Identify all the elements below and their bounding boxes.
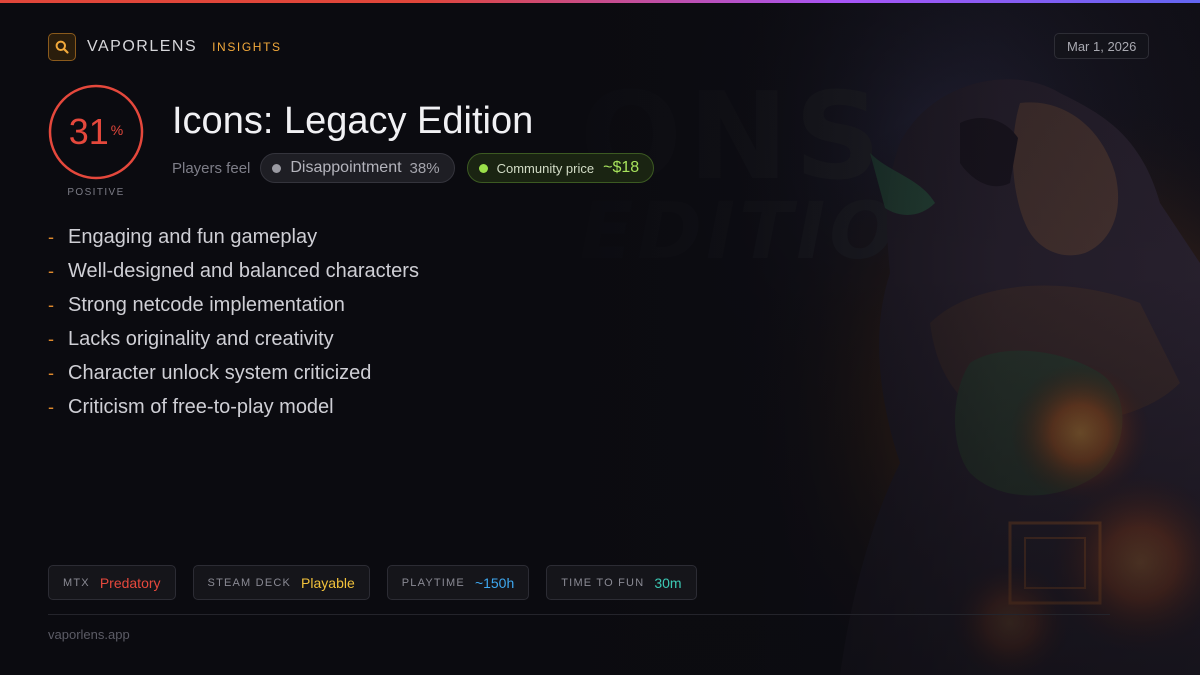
feeling-percent: 38%: [409, 159, 440, 177]
community-price-pill[interactable]: Community price ~$18: [466, 153, 655, 183]
point-text: Well-designed and balanced characters: [68, 259, 419, 282]
score-label: POSITIVE: [67, 187, 125, 198]
feeling-dot-icon: [272, 163, 282, 173]
stat-playtime[interactable]: PLAYTIME ~150h: [386, 565, 530, 600]
stat-value: Playable: [301, 574, 355, 591]
dash-icon: -: [48, 362, 54, 383]
footer-divider: [48, 614, 1110, 615]
list-item: - Lacks originality and creativity: [48, 322, 419, 356]
stat-label: PLAYTIME: [401, 576, 465, 589]
dash-icon: -: [48, 260, 54, 281]
review-points-list: - Engaging and fun gameplay - Well-designe…: [48, 220, 419, 424]
stats-row: MTX Predatory STEAM DECK Playable PLAYTI…: [48, 565, 714, 600]
footer-site-link[interactable]: vaporlens.app: [48, 627, 130, 642]
section-label: INSIGHTS: [212, 40, 282, 54]
header: VAPORLENS INSIGHTS: [48, 33, 282, 61]
brand-name[interactable]: VAPORLENS: [87, 38, 197, 56]
stat-label: TIME TO FUN: [561, 576, 645, 589]
players-feel-label: Players feel: [172, 159, 251, 177]
stat-value: Predatory: [99, 574, 161, 591]
stat-label: MTX: [63, 576, 90, 589]
list-item: - Engaging and fun gameplay: [48, 220, 419, 254]
date-badge: Mar 1, 2026: [1054, 33, 1150, 59]
list-item: - Well-designed and balanced characters: [48, 254, 419, 288]
search-icon[interactable]: [48, 33, 76, 61]
score-value: 31 %: [48, 84, 144, 180]
stat-steam-deck[interactable]: STEAM DECK Playable: [192, 565, 370, 600]
point-text: Engaging and fun gameplay: [68, 225, 318, 248]
sentiment-row: Players feel Disappointment 38% Communit…: [172, 153, 655, 183]
point-text: Character unlock system criticized: [68, 361, 372, 384]
dash-icon: -: [48, 328, 54, 349]
stat-label: STEAM DECK: [207, 576, 292, 589]
feeling-pill[interactable]: Disappointment 38%: [260, 153, 455, 183]
point-text: Criticism of free-to-play model: [68, 395, 334, 418]
dash-icon: -: [48, 396, 54, 417]
point-text: Lacks originality and creativity: [68, 327, 334, 350]
dash-icon: -: [48, 226, 54, 247]
list-item: - Criticism of free-to-play model: [48, 390, 419, 424]
stat-time-to-fun[interactable]: TIME TO FUN 30m: [546, 565, 697, 600]
stat-value: 30m: [654, 574, 682, 591]
price-dot-icon: [478, 163, 488, 173]
price-label: Community price: [496, 160, 595, 176]
stat-mtx[interactable]: MTX Predatory: [48, 565, 176, 600]
dash-icon: -: [48, 294, 54, 315]
game-title: Icons: Legacy Edition: [172, 100, 534, 142]
point-text: Strong netcode implementation: [68, 293, 345, 316]
list-item: - Strong netcode implementation: [48, 288, 419, 322]
stat-value: ~150h: [474, 574, 515, 591]
price-value: ~$18: [603, 159, 640, 176]
score-number: 31: [68, 111, 109, 152]
feeling-text: Disappointment: [290, 159, 402, 176]
score-unit: %: [110, 122, 124, 138]
list-item: - Character unlock system criticized: [48, 356, 419, 390]
